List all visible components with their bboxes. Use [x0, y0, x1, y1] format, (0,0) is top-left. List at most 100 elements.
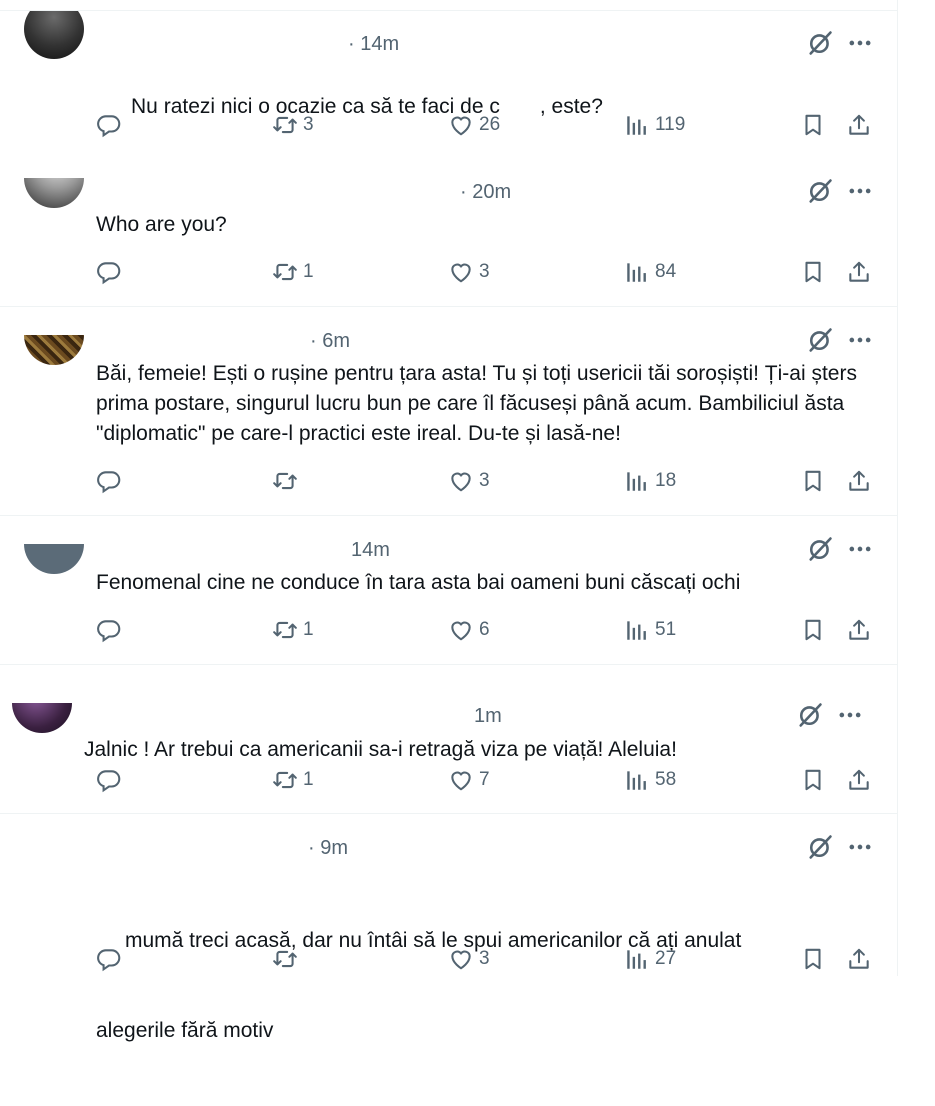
- like-button[interactable]: 7: [448, 765, 490, 795]
- more-icon[interactable]: [836, 701, 864, 729]
- grok-icon[interactable]: [796, 701, 824, 729]
- avatar[interactable]: [24, 544, 84, 574]
- repost-button[interactable]: 3: [272, 110, 314, 140]
- like-button[interactable]: 3: [448, 466, 490, 496]
- post-time[interactable]: · 20m: [460, 181, 511, 204]
- reply-post-3[interactable]: · 6m Băi, femeie! Ești o rușine pentru ț…: [0, 307, 898, 516]
- grok-icon[interactable]: [806, 29, 834, 57]
- bookmark-icon: [800, 259, 826, 285]
- repost-button[interactable]: [272, 944, 303, 974]
- repost-button[interactable]: 1: [272, 615, 314, 645]
- post-text: mumă treci acasă, dar nu întâi să le spu…: [96, 866, 862, 1106]
- share-button[interactable]: [846, 466, 872, 496]
- share-button[interactable]: [846, 765, 872, 795]
- reply-button[interactable]: [96, 615, 127, 645]
- reply-button[interactable]: [96, 110, 127, 140]
- bookmark-icon: [800, 468, 826, 494]
- views-button[interactable]: 58: [624, 765, 676, 795]
- post-text: Băi, femeie! Ești o rușine pentru țara a…: [96, 362, 863, 445]
- views-icon: [624, 946, 650, 972]
- more-icon[interactable]: [846, 535, 874, 563]
- share-button[interactable]: [846, 615, 872, 645]
- reply-post-2[interactable]: · 20m Who are you? 1 3 84: [0, 158, 898, 307]
- more-icon[interactable]: [846, 833, 874, 861]
- bookmark-button[interactable]: [800, 944, 826, 974]
- reply-post-1[interactable]: · 14m Nu ratezi nici o ocazie ca să te f…: [0, 10, 898, 159]
- repost-button[interactable]: 1: [272, 765, 314, 795]
- like-button[interactable]: 6: [448, 615, 490, 645]
- share-icon: [846, 112, 872, 138]
- avatar[interactable]: [24, 335, 84, 365]
- post-time[interactable]: · 6m: [310, 330, 350, 353]
- post-time[interactable]: 1m: [474, 705, 502, 728]
- avatar[interactable]: [24, 11, 84, 59]
- share-icon: [846, 259, 872, 285]
- like-count: 6: [479, 619, 490, 640]
- grok-icon[interactable]: [806, 833, 834, 861]
- avatar[interactable]: [12, 703, 72, 733]
- bookmark-button[interactable]: [800, 765, 826, 795]
- reply-icon: [96, 946, 122, 972]
- heart-icon: [448, 617, 474, 643]
- reply-post-4[interactable]: 14m Fenomenal cine ne conduce în tara as…: [0, 516, 898, 665]
- heart-icon: [448, 946, 474, 972]
- post-text-line: alegerile fără motiv: [96, 1019, 274, 1042]
- views-button[interactable]: 51: [624, 615, 676, 645]
- share-icon: [846, 946, 872, 972]
- repost-icon: [272, 112, 298, 138]
- grok-icon[interactable]: [806, 177, 834, 205]
- reply-button[interactable]: [96, 466, 127, 496]
- repost-button[interactable]: [272, 466, 303, 496]
- bookmark-button[interactable]: [800, 257, 826, 287]
- repost-icon: [272, 259, 298, 285]
- post-time[interactable]: 14m: [351, 539, 390, 562]
- bookmark-icon: [800, 617, 826, 643]
- bookmark-button[interactable]: [800, 466, 826, 496]
- view-count: 84: [655, 261, 677, 282]
- repost-icon: [272, 617, 298, 643]
- more-icon[interactable]: [846, 177, 874, 205]
- reply-button[interactable]: [96, 944, 127, 974]
- like-count: 3: [479, 948, 490, 969]
- heart-icon: [448, 767, 474, 793]
- post-time[interactable]: · 9m: [308, 837, 348, 860]
- bookmark-button[interactable]: [800, 615, 826, 645]
- views-icon: [624, 112, 650, 138]
- like-button[interactable]: 26: [448, 110, 500, 140]
- heart-icon: [448, 112, 474, 138]
- views-button[interactable]: 119: [624, 110, 685, 140]
- share-button[interactable]: [846, 257, 872, 287]
- view-count: 58: [655, 769, 677, 790]
- more-icon[interactable]: [846, 29, 874, 57]
- views-button[interactable]: 18: [624, 466, 676, 496]
- like-count: 7: [479, 769, 490, 790]
- views-button[interactable]: 84: [624, 257, 676, 287]
- reply-post-6[interactable]: · 9m mumă treci acasă, dar nu întâi să l…: [0, 814, 898, 1042]
- repost-count: 3: [303, 114, 314, 135]
- grok-icon[interactable]: [806, 535, 834, 563]
- share-button[interactable]: [846, 110, 872, 140]
- reply-button[interactable]: [96, 257, 127, 287]
- views-icon: [624, 767, 650, 793]
- share-icon: [846, 617, 872, 643]
- views-icon: [624, 468, 650, 494]
- repost-icon: [272, 468, 298, 494]
- reply-icon: [96, 617, 122, 643]
- share-icon: [846, 468, 872, 494]
- reply-button[interactable]: [96, 765, 127, 795]
- grok-icon[interactable]: [806, 326, 834, 354]
- bookmark-button[interactable]: [800, 110, 826, 140]
- like-button[interactable]: 3: [448, 257, 490, 287]
- reply-post-5[interactable]: 1m Jalnic ! Ar trebui ca americanii sa-i…: [0, 665, 898, 814]
- post-actions: 3 18: [0, 466, 898, 496]
- bookmark-icon: [800, 112, 826, 138]
- share-button[interactable]: [846, 944, 872, 974]
- repost-button[interactable]: 1: [272, 257, 314, 287]
- reply-icon: [96, 767, 122, 793]
- post-time[interactable]: · 14m: [348, 33, 399, 56]
- view-count: 119: [655, 114, 686, 135]
- like-button[interactable]: 3: [448, 944, 490, 974]
- heart-icon: [448, 259, 474, 285]
- more-icon[interactable]: [846, 326, 874, 354]
- views-button[interactable]: 27: [624, 944, 676, 974]
